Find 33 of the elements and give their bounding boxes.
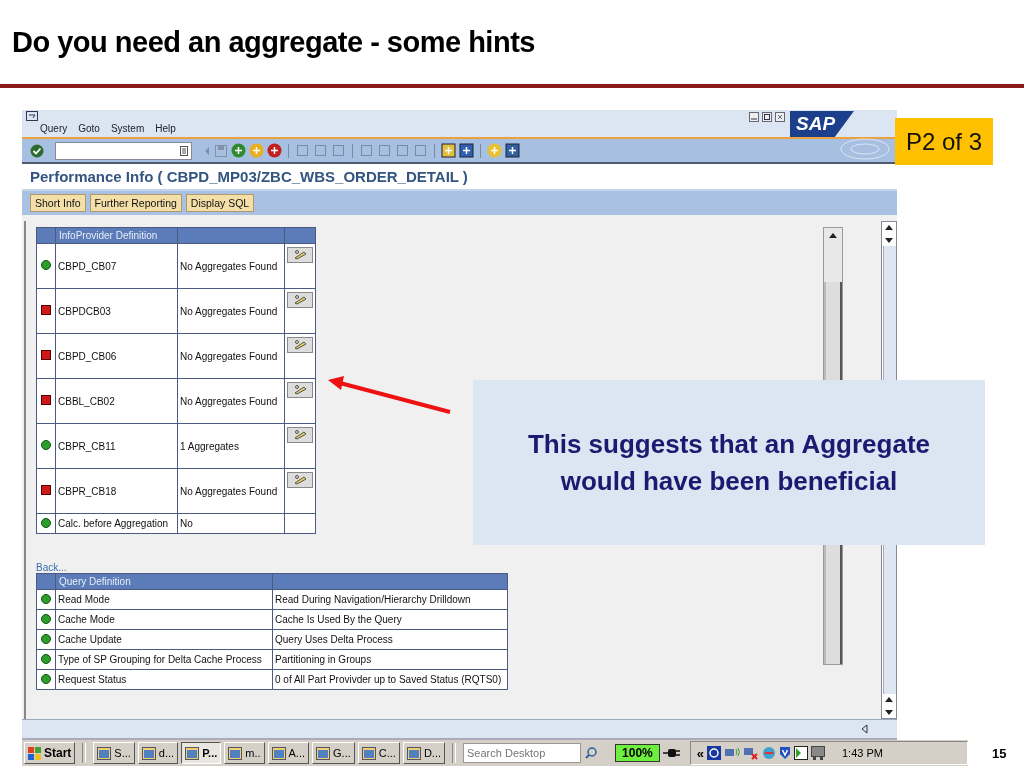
table-cell: Partitioning in Groups <box>272 649 508 670</box>
table-cell: No Aggregates Found <box>177 468 285 514</box>
table-cell: Request Status <box>55 669 273 690</box>
table-cell: No Aggregates Found <box>177 378 285 424</box>
callout-text: This suggests that an Aggregate would have been beneficial <box>526 428 932 498</box>
table-cell: CBPDCB03 <box>55 288 178 334</box>
table-cell: No Aggregates Found <box>177 288 285 334</box>
slide-title: Do you need an aggregate - some hints <box>12 25 535 59</box>
table-cell: No <box>177 513 285 534</box>
page-number: 15 <box>992 745 1007 761</box>
table-cell: 0 of All Part Provivder up to Saved Status (RQTS0) <box>272 669 508 690</box>
table-cell: 1 Aggregates <box>177 423 285 469</box>
table-cell: Cache Is Used By the Query <box>272 609 508 630</box>
table-cell: Cache Mode <box>55 609 273 630</box>
table-header: InfoProvider Definition <box>55 227 178 244</box>
table-cell: Calc. before Aggregation <box>55 513 178 534</box>
clock: 1:43 PM <box>841 747 883 759</box>
table-cell: Type of SP Grouping for Delta Cache Process <box>55 649 273 670</box>
page-badge: P2 of 3 <box>895 118 993 165</box>
table-cell: No Aggregates Found <box>177 333 285 379</box>
table-cell: Cache Update <box>55 629 273 650</box>
table-cell: CBPD_CB06 <box>55 333 178 379</box>
table-cell: Query Uses Delta Process <box>272 629 508 650</box>
table-cell: CBBL_CB02 <box>55 378 178 424</box>
battery-indicator: 100% <box>615 744 660 762</box>
table-cell: Read Mode <box>55 589 273 610</box>
table-cell: CBPR_CB18 <box>55 468 178 514</box>
screen-title: Performance Info ( CBPD_MP03/ZBC_WBS_ORDER_DETAIL ) <box>30 168 468 185</box>
table-cell: No Aggregates Found <box>177 243 285 289</box>
table-header: Query Definition <box>55 573 273 590</box>
table-cell: CBPD_CB07 <box>55 243 178 289</box>
table-cell: CBPR_CB11 <box>55 423 178 469</box>
table-cell: Read During Navigation/Hierarchy Drilldown <box>272 589 508 610</box>
